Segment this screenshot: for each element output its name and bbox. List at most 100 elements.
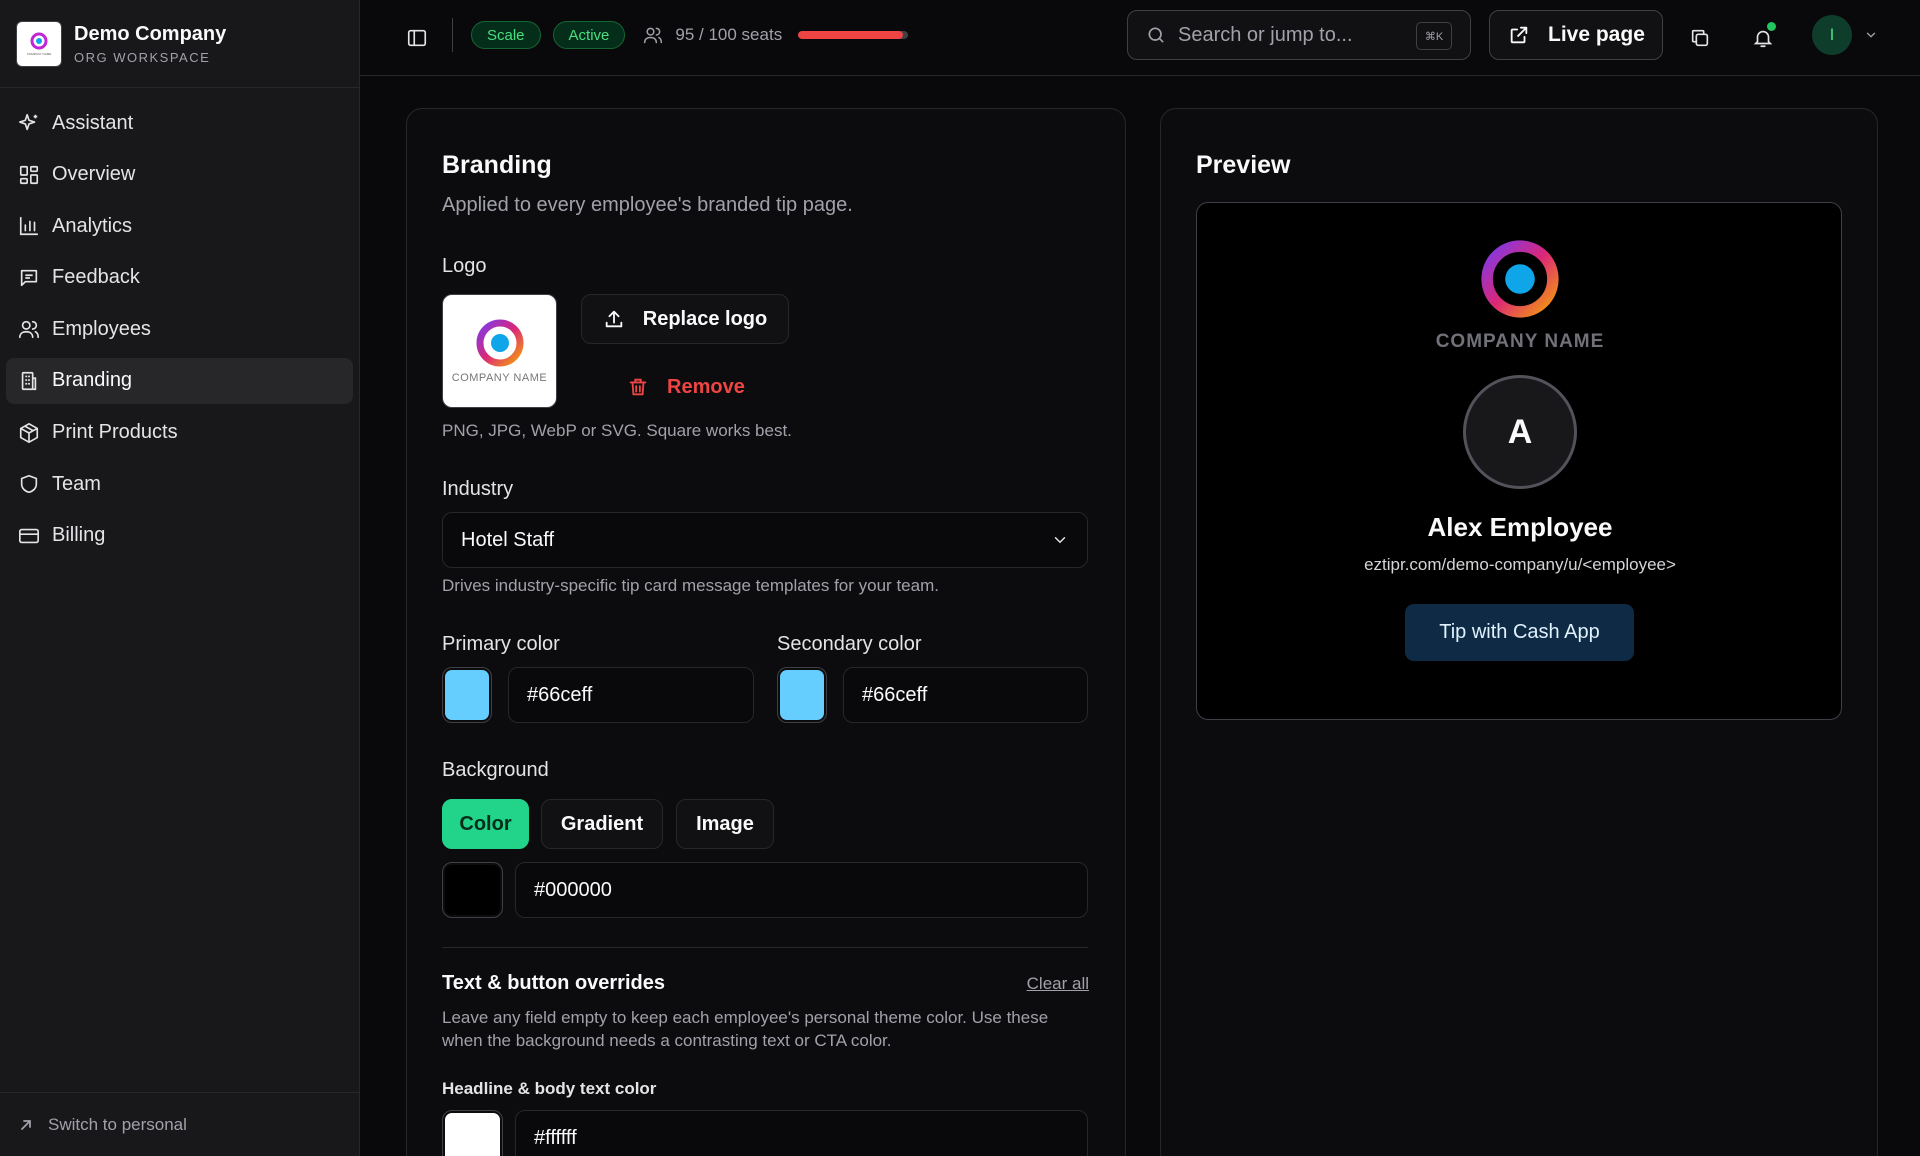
secondary-color-swatch[interactable] xyxy=(777,667,827,723)
sidebar-item-print-products[interactable]: Print Products xyxy=(6,410,353,456)
preview-avatar: A xyxy=(1463,375,1577,489)
overrides-hint: Leave any field empty to keep each emplo… xyxy=(442,1008,1049,1050)
background-color-value: #000000 xyxy=(534,878,612,901)
background-color-swatch[interactable] xyxy=(442,862,503,918)
sidebar-item-label: Print Products xyxy=(52,421,178,444)
copy-button[interactable] xyxy=(1680,18,1720,58)
background-tab-color[interactable]: Color xyxy=(442,799,529,849)
headline-color-label: Headline & body text color xyxy=(442,1079,657,1098)
sidebar-item-label: Branding xyxy=(52,369,133,392)
headline-color-chip xyxy=(445,1113,500,1156)
industry-label: Industry xyxy=(442,478,514,500)
sidebar-item-label: Overview xyxy=(52,163,136,186)
logo-hint: PNG, JPG, WebP or SVG. Square works best… xyxy=(442,421,792,440)
switch-to-personal-button[interactable]: Switch to personal xyxy=(0,1092,359,1156)
user-menu[interactable]: I xyxy=(1812,15,1878,55)
copy-icon xyxy=(1691,29,1709,47)
seats-progress-fill xyxy=(798,31,903,39)
org-name: Demo Company xyxy=(74,22,227,45)
primary-color-swatch[interactable] xyxy=(442,667,492,723)
overrides-title: Text & button overrides xyxy=(442,972,665,994)
switch-to-personal-label: Switch to personal xyxy=(48,1114,187,1134)
replace-logo-button[interactable]: Replace logo xyxy=(581,294,789,344)
notifications-button[interactable] xyxy=(1743,18,1783,58)
sidebar-item-label: Assistant xyxy=(52,111,134,134)
topbar: Scale Active 95 / 100 seats Search or ju… xyxy=(360,0,1920,76)
message-icon xyxy=(20,269,38,286)
secondary-color-chip xyxy=(780,670,824,720)
live-page-button[interactable]: Live page xyxy=(1489,10,1663,60)
sidebar-item-label: Billing xyxy=(52,524,106,547)
sidebar-item-team[interactable]: Team xyxy=(6,461,353,507)
sidebar: COMPANY NAME Demo Company ORG WORKSPACE … xyxy=(0,0,360,1156)
headline-color-swatch[interactable] xyxy=(442,1110,503,1156)
branding-title: Branding xyxy=(442,151,552,179)
headline-color-value: #ffffff xyxy=(534,1126,577,1149)
preview-cta-button[interactable]: Tip with Cash App xyxy=(1405,604,1634,661)
search-shortcut-hint: ⌘K xyxy=(1416,22,1452,50)
upload-icon xyxy=(605,310,622,328)
sparkle-icon xyxy=(19,113,38,131)
section-divider xyxy=(442,947,1088,948)
primary-color-value: #66ceff xyxy=(527,683,593,706)
branding-subtitle: Applied to every employee's branded tip … xyxy=(442,194,853,216)
building-icon xyxy=(21,371,37,391)
primary-color-input[interactable]: #66ceff xyxy=(508,667,754,723)
headline-color-input[interactable]: #ffffff xyxy=(515,1110,1088,1156)
remove-logo-label: Remove xyxy=(667,375,745,398)
preview-frame: COMPANY NAME A Alex Employee eztipr.com/… xyxy=(1196,202,1842,720)
background-color-input[interactable]: #000000 xyxy=(515,862,1088,918)
sidebar-item-label: Team xyxy=(52,472,101,495)
bar-chart-icon xyxy=(19,217,39,236)
sidebar-item-assistant[interactable]: Assistant xyxy=(6,100,353,146)
background-tab-gradient[interactable]: Gradient xyxy=(541,799,663,849)
preview-card: Preview COMPANY NAME A Alex Employee ezt… xyxy=(1160,108,1878,1156)
search-input[interactable]: Search or jump to... ⌘K xyxy=(1127,10,1471,60)
branding-card: Branding Applied to every employee's bra… xyxy=(406,108,1126,1156)
search-placeholder: Search or jump to... xyxy=(1178,23,1353,46)
chevron-down-icon xyxy=(1054,537,1066,544)
logo-label: Logo xyxy=(442,255,487,277)
sidebar-item-billing[interactable]: Billing xyxy=(6,513,353,559)
clear-all-link[interactable]: Clear all xyxy=(1027,974,1089,994)
sidebar-nav: Assistant Overview Analytics Feedback Em… xyxy=(0,88,359,576)
replace-logo-label: Replace logo xyxy=(642,307,768,330)
org-logo: COMPANY NAME xyxy=(16,20,62,67)
sidebar-item-employees[interactable]: Employees xyxy=(6,306,353,352)
sidebar-item-overview[interactable]: Overview xyxy=(6,152,353,198)
company-logo-icon xyxy=(1481,240,1559,318)
chevron-down-icon xyxy=(1866,32,1876,38)
sidebar-item-label: Feedback xyxy=(52,266,140,289)
avatar: I xyxy=(1812,15,1852,55)
industry-select[interactable]: Hotel Staff xyxy=(442,512,1088,568)
preview-title: Preview xyxy=(1196,151,1291,179)
sidebar-item-branding[interactable]: Branding xyxy=(6,357,353,404)
toggle-sidebar-button[interactable] xyxy=(402,23,432,53)
remove-logo-button[interactable]: Remove xyxy=(627,367,745,407)
package-icon xyxy=(19,422,39,443)
trash-icon xyxy=(629,378,647,396)
dashboard-icon xyxy=(19,165,39,184)
plan-badge: Scale xyxy=(471,21,541,49)
company-logo-icon xyxy=(476,319,523,367)
sidebar-item-label: Employees xyxy=(52,317,151,340)
preview-employee-name: Alex Employee xyxy=(1427,512,1613,542)
secondary-color-value: #66ceff xyxy=(862,683,928,706)
preview-url: eztipr.com/demo-company/u/<employee> xyxy=(1364,555,1676,574)
sidebar-toggle-icon xyxy=(407,29,427,47)
preview-company-name: COMPANY NAME xyxy=(1435,331,1605,352)
org-switcher[interactable]: COMPANY NAME Demo Company ORG WORKSPACE xyxy=(0,0,359,88)
sidebar-item-analytics[interactable]: Analytics xyxy=(6,203,353,249)
secondary-color-input[interactable]: #66ceff xyxy=(843,667,1088,723)
background-tab-image[interactable]: Image xyxy=(676,799,774,849)
external-link-icon xyxy=(1510,26,1528,44)
logo-thumbnail: COMPANY NAME xyxy=(442,294,557,408)
sidebar-item-feedback[interactable]: Feedback xyxy=(6,255,353,301)
app-root: COMPANY NAME Demo Company ORG WORKSPACE … xyxy=(0,0,1920,1156)
seats-indicator: 95 / 100 seats xyxy=(643,25,909,45)
notification-dot xyxy=(1767,22,1776,31)
primary-color-label: Primary color xyxy=(442,633,560,655)
users-icon xyxy=(644,27,663,44)
shield-icon xyxy=(20,475,38,494)
topbar-divider xyxy=(452,18,453,52)
